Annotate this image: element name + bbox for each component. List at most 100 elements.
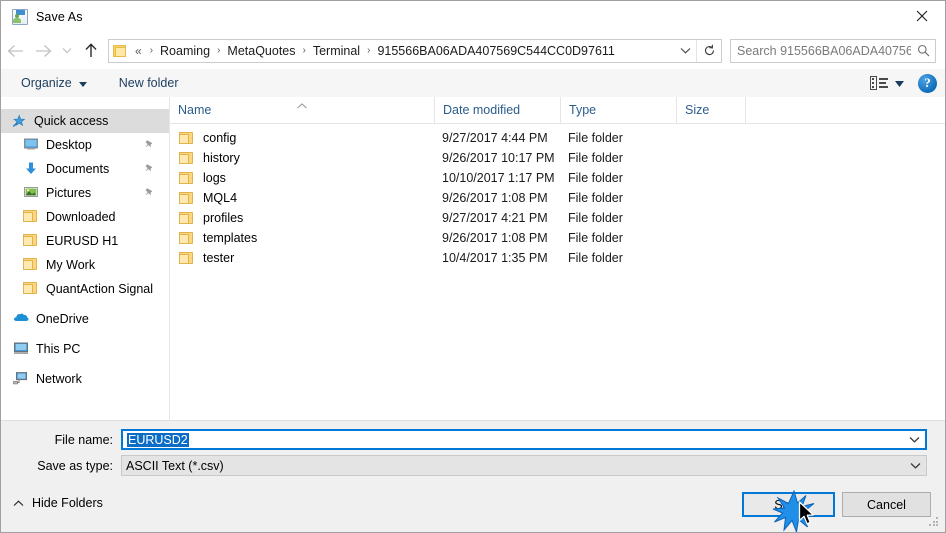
search-input[interactable]: Search 915566BA06ADA40756... xyxy=(731,44,911,58)
download-arrow-icon xyxy=(23,161,39,177)
organize-button[interactable]: Organize xyxy=(13,72,95,94)
cancel-label: Cancel xyxy=(867,497,906,512)
star-icon xyxy=(11,113,27,129)
folder-icon xyxy=(179,151,195,165)
sidebar-item-eurusd-h1[interactable]: EURUSD H1 xyxy=(1,229,169,253)
folder-icon xyxy=(179,251,195,265)
save-as-type-dropdown-button[interactable] xyxy=(904,462,926,469)
sidebar-item-label: Network xyxy=(36,372,82,386)
file-name-cell: logs xyxy=(170,171,434,185)
file-name-cell: tester xyxy=(170,251,434,265)
file-name-cell: profiles xyxy=(170,211,434,225)
table-row[interactable]: MQL4 9/26/2017 1:08 PM File folder xyxy=(170,188,945,208)
breadcrumb-item-terminal[interactable]: Terminal xyxy=(311,44,362,58)
column-header-type[interactable]: Type xyxy=(560,97,676,123)
breadcrumb-separator: › xyxy=(217,45,221,56)
network-icon xyxy=(13,371,29,387)
sidebar-item-downloaded[interactable]: Downloaded xyxy=(1,205,169,229)
picture-icon xyxy=(23,185,39,201)
search-box[interactable]: Search 915566BA06ADA40756... xyxy=(730,38,936,63)
file-type: File folder xyxy=(568,131,623,145)
breadcrumb-item-metaquotes[interactable]: MetaQuotes xyxy=(225,44,297,58)
save-as-type-label: Save as type: xyxy=(37,458,113,473)
file-name: logs xyxy=(203,171,226,185)
file-name-value[interactable]: EURUSD2 xyxy=(123,432,903,447)
file-name-input[interactable]: EURUSD2 xyxy=(121,429,927,450)
column-header-size[interactable]: Size xyxy=(676,97,746,123)
up-button[interactable] xyxy=(77,37,105,65)
file-type: File folder xyxy=(568,171,623,185)
view-dropdown-button[interactable] xyxy=(895,76,904,90)
column-label: Name xyxy=(178,103,212,117)
breadcrumb-item-roaming[interactable]: Roaming xyxy=(158,44,212,58)
recent-locations-button[interactable] xyxy=(57,37,77,65)
breadcrumb-separator: › xyxy=(149,45,154,56)
resize-grip[interactable] xyxy=(929,517,939,527)
breadcrumb-item-terminal-id[interactable]: 915566BA06ADA407569C544CC0D97611 xyxy=(375,44,616,58)
cancel-button[interactable]: Cancel xyxy=(842,492,931,517)
sidebar-item-label: Pictures xyxy=(46,186,92,200)
address-dropdown-button[interactable] xyxy=(674,41,696,61)
sidebar-item-label: OneDrive xyxy=(36,312,89,326)
new-folder-button[interactable]: New folder xyxy=(111,72,187,94)
sidebar-item-documents[interactable]: Documents xyxy=(1,157,169,181)
sidebar-item-network[interactable]: Network xyxy=(1,367,169,391)
folder-icon xyxy=(113,44,127,57)
file-type: File folder xyxy=(568,251,623,265)
back-button[interactable] xyxy=(1,37,29,65)
sidebar-item-desktop[interactable]: Desktop xyxy=(1,133,169,157)
view-options-icon[interactable] xyxy=(870,76,888,90)
file-date: 9/26/2017 10:17 PM xyxy=(442,151,555,165)
sidebar-item-pictures[interactable]: Pictures xyxy=(1,181,169,205)
file-name-dropdown-button[interactable] xyxy=(903,436,925,443)
file-name: tester xyxy=(203,251,235,265)
hide-folders-button[interactable]: Hide Folders xyxy=(13,493,103,513)
address-bar[interactable]: « › Roaming › MetaQuotes › Terminal › 91… xyxy=(108,38,722,63)
file-name-row: File name: EURUSD2 xyxy=(1,429,927,450)
forward-button[interactable] xyxy=(29,37,57,65)
table-row[interactable]: tester 10/4/2017 1:35 PM File folder xyxy=(170,248,945,268)
pin-icon[interactable] xyxy=(144,139,155,153)
breadcrumb-overflow[interactable]: « xyxy=(132,44,145,58)
up-arrow-icon xyxy=(85,43,97,57)
file-date: 9/26/2017 1:08 PM xyxy=(442,191,548,205)
sidebar-item-label: My Work xyxy=(46,258,96,272)
sidebar-item-quick-access[interactable]: Quick access xyxy=(1,109,169,133)
folder-icon xyxy=(179,171,195,185)
monitor-icon xyxy=(23,137,39,153)
save-button[interactable]: Save xyxy=(742,492,835,517)
column-header-date-modified[interactable]: Date modified xyxy=(434,97,560,123)
sidebar-item-label: Quick access xyxy=(34,114,109,128)
pin-icon[interactable] xyxy=(144,187,155,201)
help-button[interactable]: ? xyxy=(918,73,937,93)
close-button[interactable] xyxy=(899,1,945,31)
chevron-down-icon xyxy=(909,437,919,443)
refresh-button[interactable] xyxy=(696,39,721,62)
navigation-bar: « › Roaming › MetaQuotes › Terminal › 91… xyxy=(1,32,945,69)
file-type: File folder xyxy=(568,231,623,245)
sidebar-item-this-pc[interactable]: This PC xyxy=(1,337,169,361)
sidebar-item-my-work[interactable]: My Work xyxy=(1,253,169,277)
folder-icon xyxy=(23,281,39,297)
save-as-dialog: Save As « › Roaming › MetaQuotes › Termi… xyxy=(0,0,946,533)
command-bar: Organize New folder ? xyxy=(1,69,945,98)
save-label: Save xyxy=(774,497,803,512)
table-row[interactable]: history 9/26/2017 10:17 PM File folder xyxy=(170,148,945,168)
sidebar-item-onedrive[interactable]: OneDrive xyxy=(1,307,169,331)
table-row[interactable]: config 9/27/2017 4:44 PM File folder xyxy=(170,128,945,148)
file-type-row: Save as type: ASCII Text (*.csv) xyxy=(1,455,927,476)
close-icon xyxy=(916,10,928,22)
column-header-name[interactable]: Name xyxy=(170,97,434,123)
table-row[interactable]: logs 10/10/2017 1:17 PM File folder xyxy=(170,168,945,188)
save-as-type-select[interactable]: ASCII Text (*.csv) xyxy=(121,455,927,476)
table-row[interactable]: templates 9/26/2017 1:08 PM File folder xyxy=(170,228,945,248)
hide-folders-label: Hide Folders xyxy=(32,496,103,510)
sidebar-item-quantaction-signal[interactable]: QuantAction Signal xyxy=(1,277,169,301)
pin-icon[interactable] xyxy=(144,163,155,177)
folder-icon xyxy=(23,233,39,249)
column-label: Type xyxy=(569,103,597,117)
file-name: config xyxy=(203,131,237,145)
folder-icon xyxy=(179,211,195,225)
table-row[interactable]: profiles 9/27/2017 4:21 PM File folder xyxy=(170,208,945,228)
column-label: Date modified xyxy=(443,103,521,117)
